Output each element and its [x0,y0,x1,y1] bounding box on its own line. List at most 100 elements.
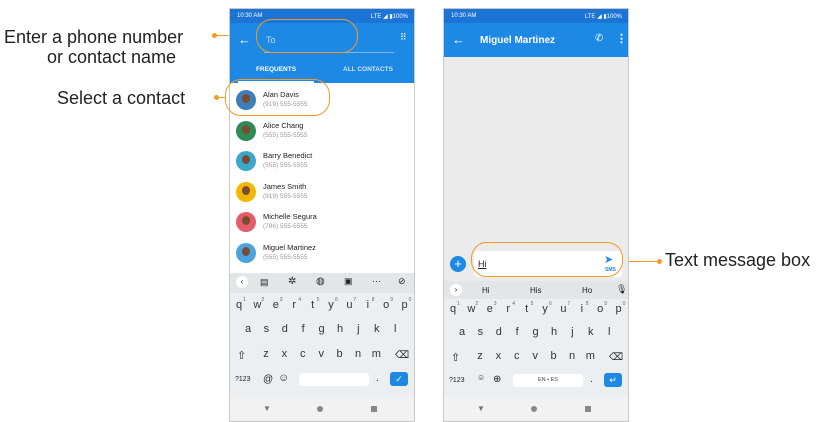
suggestion-3[interactable]: Ho [582,286,592,295]
contact-avatar [236,151,256,171]
key-z[interactable]: z [473,350,487,362]
contact-name: Alice Chang [263,120,304,130]
key-n[interactable]: n [565,350,579,362]
contact-row[interactable]: Barry Benedict (555) 555-5555 [230,148,414,179]
left-phone-screen: 10:30 AM LTE ◢ ▮100% ← To ⠿ FREQUENTS AL… [229,8,415,422]
key-c[interactable]: c [296,348,310,360]
key-x[interactable]: x [277,348,291,360]
key-z[interactable]: z [259,348,273,360]
key-h[interactable]: h [547,326,561,338]
mic-icon[interactable]: 🎙 [616,284,627,295]
key-f[interactable]: f [510,326,524,338]
globe-icon[interactable]: ⊕ [493,374,501,385]
callout-phone-line2: or contact name [47,47,177,67]
key-k[interactable]: k [370,323,384,335]
contact-row[interactable]: James Smith (919) 555-5555 [230,179,414,210]
status-bar: 10:30 AM LTE ◢ ▮100% [444,9,628,23]
nav-home-icon[interactable] [531,406,537,412]
to-field-highlight [256,19,358,53]
key-s[interactable]: s [473,326,487,338]
key-hint: 0 [622,301,626,307]
mic-off-icon[interactable]: ⊘ [398,276,406,287]
phone-icon[interactable]: ✆ [595,33,603,44]
keyboard-toolbar: ‹ ▤ ✲ ◍ ▣ ··· ⊘ [230,273,414,293]
period-key[interactable]: . [590,374,593,385]
key-v[interactable]: v [528,350,542,362]
palette-icon[interactable]: ◍ [316,276,325,287]
shift-icon[interactable]: ⇧ [451,351,460,364]
key-a[interactable]: a [241,323,255,335]
contact-avatar [236,212,256,232]
enter-icon[interactable]: ↵ [604,373,622,387]
gear-icon[interactable]: ✲ [288,276,296,287]
key-d[interactable]: d [492,326,506,338]
contact-number: (555) 555-5555 [263,253,308,261]
key-n[interactable]: n [351,348,365,360]
key-b[interactable]: b [333,348,347,360]
chevron-right-icon[interactable]: › [450,284,462,296]
app-bar: ← Miguel Martinez ✆ ⋮ [444,23,628,57]
key-g[interactable]: g [529,326,543,338]
key-b[interactable]: b [547,350,561,362]
key-m[interactable]: m [369,348,383,360]
symbols-key[interactable]: ?123 [449,377,465,384]
suggestion-2[interactable]: His [530,286,542,295]
plus-icon[interactable]: + [450,256,466,272]
key-hint: 3 [493,301,497,307]
key-g[interactable]: g [315,323,329,335]
contact-row[interactable]: Michelle Segura (786) 555-5555 [230,209,414,240]
dialpad-icon[interactable]: ⠿ [400,32,407,43]
key-l[interactable]: l [602,326,616,338]
back-arrow-icon[interactable]: ← [238,32,251,47]
back-arrow-icon[interactable]: ← [452,32,465,47]
emoji-icon[interactable]: ☺ [278,372,289,384]
key-k[interactable]: k [584,326,598,338]
key-hint: 5 [530,301,534,307]
key-hint: 6 [335,297,338,303]
emoji-key-icon[interactable]: ☺ [477,373,485,382]
key-f[interactable]: f [296,323,310,335]
key-hint: 7 [567,301,571,307]
key-v[interactable]: v [314,348,328,360]
shift-icon[interactable]: ⇧ [237,349,246,362]
tab-all-contacts[interactable]: ALL CONTACTS [322,57,414,83]
leader-dot [657,259,662,264]
contact-number: (786) 555-5555 [263,223,308,230]
key-j[interactable]: j [351,323,365,335]
nav-recents-icon[interactable] [371,406,377,412]
key-x[interactable]: x [491,350,505,362]
period-key[interactable]: . [376,373,379,384]
clipboard-icon[interactable]: ▤ [260,277,269,288]
key-s[interactable]: s [259,323,273,335]
nav-back-icon[interactable]: ▼ [477,404,485,413]
contact-row[interactable]: Miguel Martinez (555) 555-5555 [230,240,414,271]
chevron-left-icon[interactable]: ‹ [236,276,248,288]
key-d[interactable]: d [278,323,292,335]
nav-home-icon[interactable] [317,406,323,412]
status-indicators: LTE ◢ ▮100% [370,14,408,20]
more-icon[interactable]: ··· [372,276,381,286]
screenshot-icon[interactable]: ▣ [344,276,353,287]
spacebar[interactable]: EN • ES [513,374,583,387]
more-vert-icon[interactable]: ⋮ [616,32,627,45]
spacebar[interactable] [299,373,369,386]
key-m[interactable]: m [583,350,597,362]
nav-back-icon[interactable]: ▼ [263,404,271,413]
check-icon[interactable]: ✓ [390,372,408,386]
symbols-key[interactable]: ?123 [235,376,251,383]
suggestion-strip: › Hi His Ho 🎙 [444,281,628,299]
key-a[interactable]: a [455,326,469,338]
key-j[interactable]: j [565,326,579,338]
suggestion-1[interactable]: Hi [482,286,490,295]
key-h[interactable]: h [333,323,347,335]
backspace-icon[interactable]: ⌫ [609,352,623,363]
contact-avatar [236,242,256,263]
key-hint: 2 [261,297,265,303]
key-c[interactable]: c [510,350,524,362]
key-l[interactable]: l [388,323,402,335]
contact-row[interactable]: Alice Chang (555) 555-5555 [230,118,414,149]
backspace-icon[interactable]: ⌫ [395,350,409,361]
nav-recents-icon[interactable] [585,406,591,412]
at-key[interactable]: @ [263,374,273,385]
key-hint: 7 [353,297,357,303]
